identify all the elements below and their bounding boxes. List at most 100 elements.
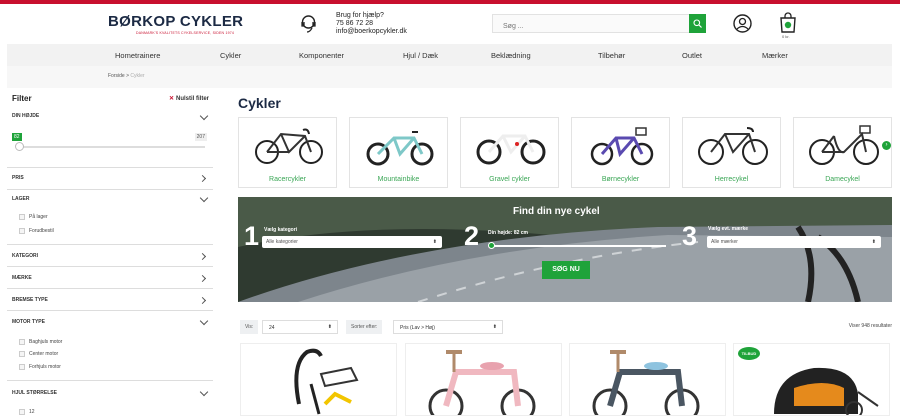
mountain-bike-image bbox=[366, 131, 434, 166]
search-icon bbox=[693, 19, 702, 28]
nav-item-hometrainere[interactable]: Hometrainere bbox=[115, 51, 160, 60]
show-label: Vis: bbox=[240, 320, 259, 334]
filter-brake-label: BREMSE TYPE bbox=[12, 297, 48, 303]
clear-filter-label: Nulstil filter bbox=[175, 96, 209, 102]
category-label: Mountainbike bbox=[377, 176, 420, 183]
category-card-damecykel[interactable]: Damecykel bbox=[793, 117, 892, 188]
filter-brand-label: MÆRKE bbox=[12, 275, 32, 281]
filter-motor-label: MOTOR TYPE bbox=[12, 319, 45, 325]
bike-accessory-image bbox=[294, 348, 359, 415]
filter-section-height: DIN HØJDE 82 207 bbox=[7, 108, 213, 168]
brand-select-value: Alle mærker bbox=[711, 239, 738, 245]
mens-bike-image bbox=[698, 127, 768, 165]
site-logo[interactable]: BØRKOP CYKLER bbox=[108, 13, 243, 30]
nav-item-maerker[interactable]: Mærker bbox=[762, 51, 788, 60]
product-card[interactable] bbox=[569, 343, 726, 416]
filter-section-brand[interactable]: MÆRKE bbox=[7, 267, 213, 289]
select-arrow-icon: ⬍ bbox=[492, 324, 497, 330]
search-input[interactable] bbox=[493, 18, 683, 35]
chevron-down-icon[interactable] bbox=[199, 193, 209, 203]
chevron-down-icon[interactable] bbox=[199, 316, 209, 326]
motor-checkbox-center[interactable] bbox=[19, 351, 25, 357]
category-card-bornecykler[interactable]: Børnecykler bbox=[571, 117, 670, 188]
product-card[interactable] bbox=[405, 343, 562, 416]
filter-section-brake[interactable]: BREMSE TYPE bbox=[7, 289, 213, 311]
chevron-down-icon[interactable] bbox=[199, 387, 209, 397]
filter-section-price[interactable]: PRIS bbox=[7, 168, 213, 190]
select-arrow-icon: ⬍ bbox=[871, 239, 876, 245]
category-card-mountainbike[interactable]: Mountainbike bbox=[349, 117, 448, 188]
help-email[interactable]: info@boerkopcykler.dk bbox=[336, 28, 407, 36]
nav-item-komponenter[interactable]: Komponenter bbox=[299, 51, 344, 60]
kids-bike-image bbox=[590, 127, 654, 166]
category-label: Herrecykel bbox=[714, 176, 749, 183]
per-page-value: 24 bbox=[269, 325, 275, 331]
chevron-right-icon bbox=[198, 296, 207, 305]
user-account-icon[interactable] bbox=[733, 14, 752, 33]
brand-select[interactable]: Alle mærker ⬍ bbox=[707, 236, 881, 248]
step-1-label: Vælg kategori bbox=[264, 227, 298, 233]
finder-height-slider-handle[interactable] bbox=[488, 242, 495, 249]
step-3-number: 3 bbox=[682, 221, 698, 251]
support-icon bbox=[301, 15, 316, 33]
womens-bike-image bbox=[809, 125, 879, 165]
category-label: Damecykel bbox=[825, 176, 860, 183]
wheel-option-label: 12 bbox=[29, 409, 35, 415]
chevron-down-icon[interactable] bbox=[199, 111, 209, 121]
filter-wheel-label: HJUL STØRRELSE bbox=[12, 390, 57, 396]
sort-select[interactable]: Pris (Lav > Høj) ⬍ bbox=[393, 320, 503, 334]
category-select[interactable]: Alle kategorier ⬍ bbox=[262, 236, 442, 248]
category-card-gravel[interactable]: Gravel cykler bbox=[460, 117, 559, 188]
category-card-racercykler[interactable]: Racercykler bbox=[238, 117, 337, 188]
select-arrow-icon: ⬍ bbox=[432, 239, 437, 245]
chevron-right-icon bbox=[198, 252, 207, 261]
filter-stock-label: LAGER bbox=[12, 196, 30, 202]
filter-sidebar: Filter ✕ Nulstil filter DIN HØJDE 82 207 … bbox=[7, 90, 213, 416]
stock-checkbox-in-stock[interactable] bbox=[19, 214, 25, 220]
step-2-number: 2 bbox=[464, 221, 480, 251]
breadcrumb-home[interactable]: Forside bbox=[108, 73, 125, 79]
motor-option-label: Baghjuls motor bbox=[29, 339, 63, 345]
filter-price-label: PRIS bbox=[12, 175, 24, 181]
motor-option-label: Center motor bbox=[29, 351, 59, 357]
product-card[interactable]: TILBUD bbox=[733, 343, 890, 416]
help-phone[interactable]: 75 86 72 28 bbox=[336, 20, 407, 28]
balance-bike-pink-image bbox=[428, 350, 536, 415]
motor-checkbox-front[interactable] bbox=[19, 364, 25, 370]
site-header: BØRKOP CYKLER DANMARK'S KVALITETS CYKELS… bbox=[0, 4, 900, 42]
nav-item-hjul-daek[interactable]: Hjul / Dæk bbox=[403, 51, 438, 60]
product-card[interactable] bbox=[240, 343, 397, 416]
step-2-label: Din højde: 82 cm bbox=[488, 230, 529, 236]
stock-checkbox-preorder[interactable] bbox=[19, 228, 25, 234]
motor-checkbox-rear[interactable] bbox=[19, 339, 25, 345]
carousel-next-button[interactable]: › bbox=[882, 141, 891, 150]
gravel-bike-image bbox=[476, 134, 546, 165]
filter-category-label: KATEGORI bbox=[12, 253, 39, 259]
main-navigation: Hometrainere Cykler Komponenter Hjul / D… bbox=[7, 44, 892, 66]
clear-filter-button[interactable]: ✕ Nulstil filter bbox=[169, 95, 209, 102]
filter-section-category[interactable]: KATEGORI bbox=[7, 245, 213, 267]
height-slider-track[interactable] bbox=[19, 146, 205, 148]
finder-height-slider-track[interactable] bbox=[491, 245, 666, 247]
filter-section-stock: LAGER På lager Forudbestil bbox=[7, 190, 213, 245]
chevron-right-icon bbox=[198, 174, 207, 183]
balance-bike-blue-image bbox=[592, 350, 700, 415]
height-max-value: 207 bbox=[194, 133, 207, 141]
category-label: Racercykler bbox=[269, 176, 306, 183]
wheel-checkbox-12[interactable] bbox=[19, 409, 25, 415]
category-card-herrecykel[interactable]: Herrecykel bbox=[682, 117, 781, 188]
nav-item-tilbehor[interactable]: Tilbehør bbox=[598, 51, 625, 60]
stock-option-label: Forudbestil bbox=[29, 228, 54, 234]
height-slider-handle[interactable] bbox=[15, 142, 24, 151]
step-1-number: 1 bbox=[244, 221, 260, 251]
search-now-button[interactable]: SØG NU bbox=[542, 261, 590, 279]
page-title: Cykler bbox=[238, 95, 281, 111]
nav-item-cykler[interactable]: Cykler bbox=[220, 51, 241, 60]
nav-item-outlet[interactable]: Outlet bbox=[682, 51, 702, 60]
search-button[interactable] bbox=[689, 14, 706, 33]
sort-label: Sorter efter: bbox=[346, 320, 383, 334]
per-page-select[interactable]: 24 ⬍ bbox=[262, 320, 338, 334]
shopping-bag-icon[interactable] bbox=[779, 11, 797, 33]
filter-title: Filter bbox=[12, 94, 32, 103]
nav-item-beklaedning[interactable]: Beklædning bbox=[491, 51, 531, 60]
